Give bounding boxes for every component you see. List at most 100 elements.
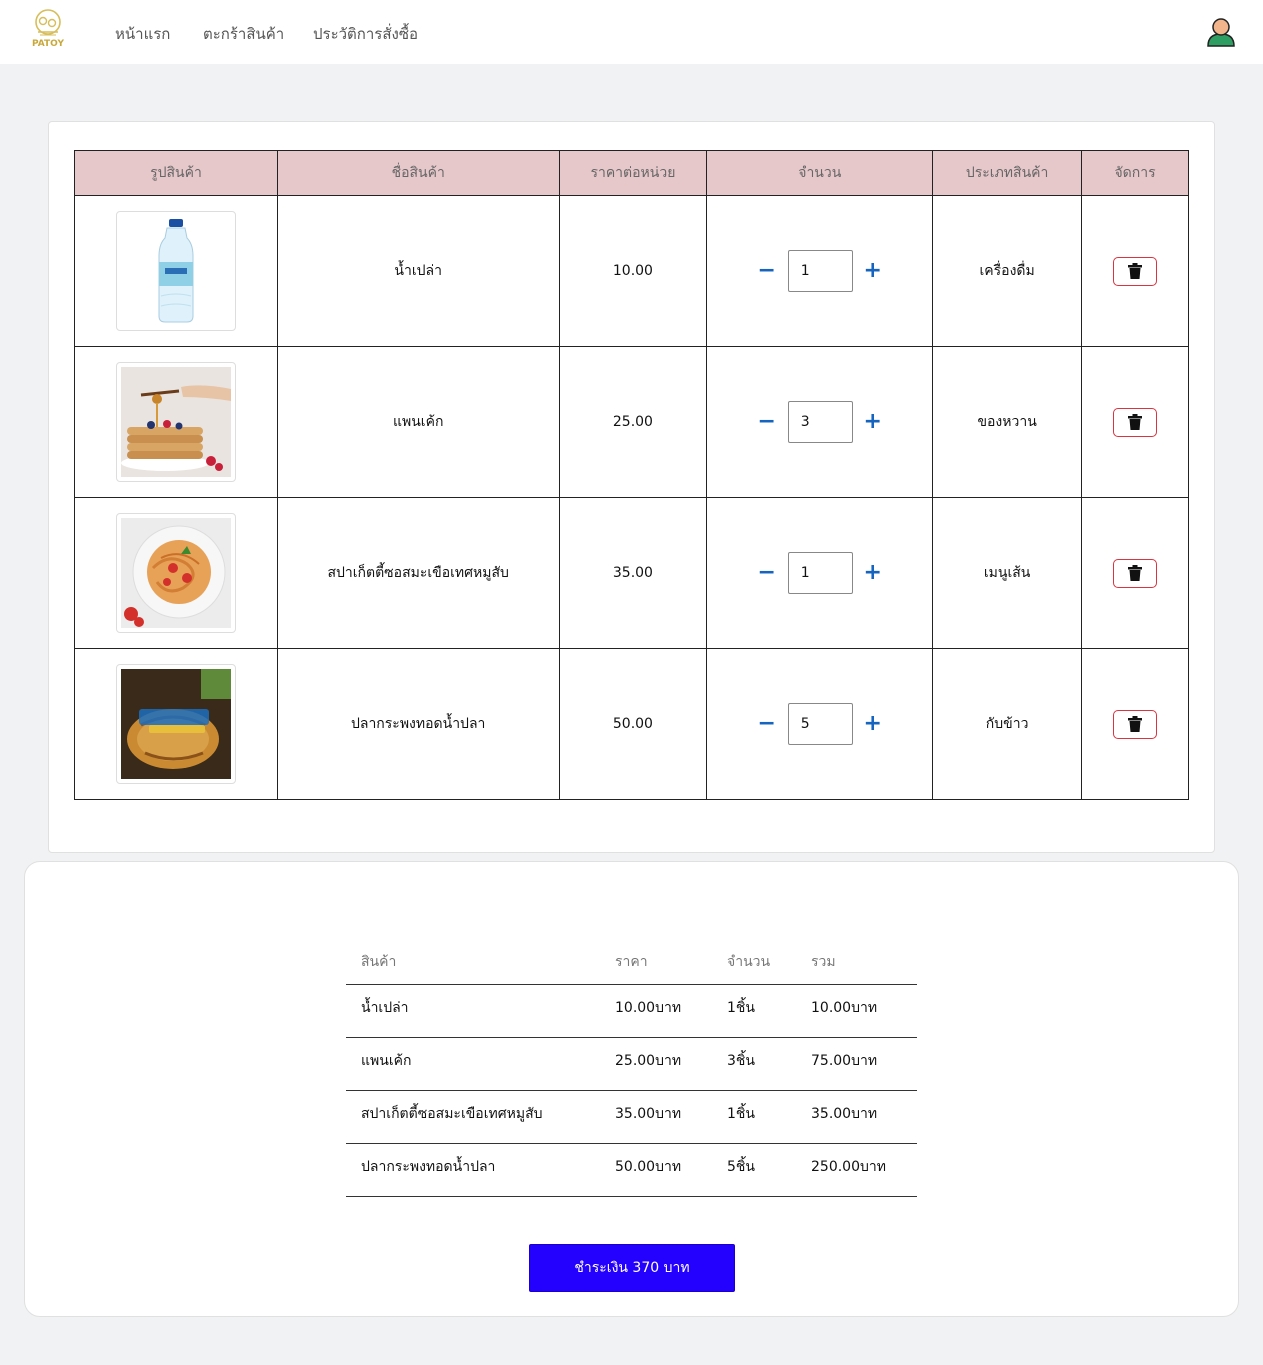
patoy-logo[interactable]: PATOY — [30, 8, 66, 54]
delete-item-button[interactable] — [1113, 256, 1158, 286]
quantity-input[interactable] — [787, 552, 853, 594]
summary-total: 75.00บาท — [796, 1037, 917, 1091]
manage-cell — [1081, 346, 1189, 498]
col-header-image: รูปสินค้า — [74, 150, 278, 196]
decrease-quantity-button[interactable]: − — [752, 256, 782, 286]
summary-header-quantity: จำนวน — [712, 940, 796, 985]
logo-text: PATOY — [31, 39, 65, 49]
summary-row: สปาเก็ตตี้ซอสมะเขือเทศหมูสับ 35.00บาท 1ช… — [346, 1090, 917, 1144]
col-header-quantity: จำนวน — [706, 150, 934, 196]
delete-item-button[interactable] — [1113, 709, 1158, 739]
product-image — [115, 211, 236, 331]
manage-cell — [1081, 497, 1189, 649]
product-image — [115, 362, 236, 482]
col-header-name: ชื่อสินค้า — [276, 150, 560, 196]
image-cell — [74, 346, 278, 498]
trash-icon — [1128, 263, 1143, 279]
summary-product: ปลากระพงทอดน้ำปลา — [346, 1143, 600, 1197]
summary-price: 10.00บาท — [600, 984, 712, 1038]
quantity-cell: − + — [706, 195, 934, 347]
col-header-category: ประเภทสินค้า — [932, 150, 1083, 196]
user-avatar[interactable] — [1205, 16, 1237, 48]
product-category: กับข้าว — [932, 648, 1083, 800]
top-nav: PATOY หน้าแรก ตะกร้าสินค้า ประวัติการสั่… — [0, 0, 1263, 64]
quantity-input[interactable] — [787, 703, 853, 745]
quantity-input[interactable] — [787, 401, 853, 443]
cart-header-row: รูปสินค้า ชื่อสินค้า ราคาต่อหน่วย จำนวน … — [74, 150, 1189, 196]
nav-link-order-history[interactable]: ประวัติการสั่งซื้อ — [313, 22, 418, 46]
cart-row: สปาเก็ตตี้ซอสมะเขือเทศหมูสับ 35.00 − + เ… — [74, 497, 1189, 649]
summary-quantity: 5ชิ้น — [712, 1143, 796, 1197]
product-category: เมนูเส้น — [932, 497, 1083, 649]
product-category: ของหวาน — [932, 346, 1083, 498]
summary-row: ปลากระพงทอดน้ำปลา 50.00บาท 5ชิ้น 250.00บ… — [346, 1143, 917, 1197]
quantity-cell: − + — [706, 497, 934, 649]
cart-table: รูปสินค้า ชื่อสินค้า ราคาต่อหน่วย จำนวน … — [74, 150, 1189, 800]
quantity-stepper: − + — [752, 703, 888, 745]
quantity-stepper: − + — [752, 552, 888, 594]
unit-price: 25.00 — [558, 346, 708, 498]
summary-total: 250.00บาท — [796, 1143, 917, 1197]
trash-icon — [1128, 565, 1143, 581]
increase-quantity-button[interactable]: + — [858, 256, 888, 286]
decrease-quantity-button[interactable]: − — [752, 709, 782, 739]
summary-header-total: รวม — [796, 940, 917, 985]
trash-icon — [1128, 414, 1143, 430]
quantity-stepper: − + — [752, 250, 888, 292]
col-header-unit-price: ราคาต่อหน่วย — [558, 150, 708, 196]
summary-price: 35.00บาท — [600, 1090, 712, 1144]
quantity-input[interactable] — [787, 250, 853, 292]
pancake-image-icon — [120, 367, 231, 477]
manage-cell — [1081, 195, 1189, 347]
summary-product: แพนเค้ก — [346, 1037, 600, 1091]
cart-row: น้ำเปล่า 10.00 − + เครื่องดื่ม — [74, 195, 1189, 347]
nav-link-cart[interactable]: ตะกร้าสินค้า — [203, 22, 284, 46]
delete-item-button[interactable] — [1113, 558, 1158, 588]
product-image — [115, 513, 236, 633]
pay-button[interactable]: ชำระเงิน 370 บาท — [529, 1244, 735, 1292]
unit-price: 10.00 — [558, 195, 708, 347]
user-icon — [1207, 18, 1235, 47]
increase-quantity-button[interactable]: + — [858, 558, 888, 588]
decrease-quantity-button[interactable]: − — [752, 558, 782, 588]
summary-row: น้ำเปล่า 10.00บาท 1ชิ้น 10.00บาท — [346, 984, 917, 1038]
summary-header-price: ราคา — [600, 940, 712, 985]
cart-row: ปลากระพงทอดน้ำปลา 50.00 − + กับข้าว — [74, 648, 1189, 800]
product-image — [115, 664, 236, 784]
unit-price: 35.00 — [558, 497, 708, 649]
product-name: ปลากระพงทอดน้ำปลา — [276, 648, 560, 800]
summary-product: สปาเก็ตตี้ซอสมะเขือเทศหมูสับ — [346, 1090, 600, 1144]
summary-quantity: 1ชิ้น — [712, 984, 796, 1038]
summary-price: 25.00บาท — [600, 1037, 712, 1091]
summary-row: แพนเค้ก 25.00บาท 3ชิ้น 75.00บาท — [346, 1037, 917, 1091]
logo-icon — [35, 9, 61, 36]
quantity-stepper: − + — [752, 401, 888, 443]
nav-link-home[interactable]: หน้าแรก — [115, 22, 170, 46]
spaghetti-image-icon — [120, 518, 231, 628]
summary-total: 10.00บาท — [796, 984, 917, 1038]
summary-price: 50.00บาท — [600, 1143, 712, 1197]
cart-card: รูปสินค้า ชื่อสินค้า ราคาต่อหน่วย จำนวน … — [48, 121, 1215, 853]
cart-row: แพนเค้ก 25.00 − + ของหวาน — [74, 346, 1189, 498]
decrease-quantity-button[interactable]: − — [752, 407, 782, 437]
summary-header-row: สินค้า ราคา จำนวน รวม — [346, 940, 917, 985]
product-category: เครื่องดื่ม — [932, 195, 1083, 347]
quantity-cell: − + — [706, 346, 934, 498]
order-summary-table: สินค้า ราคา จำนวน รวม น้ำเปล่า 10.00บาท … — [346, 940, 917, 1197]
product-name: สปาเก็ตตี้ซอสมะเขือเทศหมูสับ — [276, 497, 560, 649]
summary-product: น้ำเปล่า — [346, 984, 600, 1038]
trash-icon — [1128, 716, 1143, 732]
water-bottle-icon — [120, 216, 231, 326]
delete-item-button[interactable] — [1113, 407, 1158, 437]
unit-price: 50.00 — [558, 648, 708, 800]
quantity-cell: − + — [706, 648, 934, 800]
summary-total: 35.00บาท — [796, 1090, 917, 1144]
image-cell — [74, 648, 278, 800]
increase-quantity-button[interactable]: + — [858, 407, 888, 437]
summary-header-product: สินค้า — [346, 940, 600, 985]
order-summary-card: สินค้า ราคา จำนวน รวม น้ำเปล่า 10.00บาท … — [24, 861, 1239, 1317]
increase-quantity-button[interactable]: + — [858, 709, 888, 739]
product-name: น้ำเปล่า — [276, 195, 560, 347]
product-name: แพนเค้ก — [276, 346, 560, 498]
summary-quantity: 1ชิ้น — [712, 1090, 796, 1144]
